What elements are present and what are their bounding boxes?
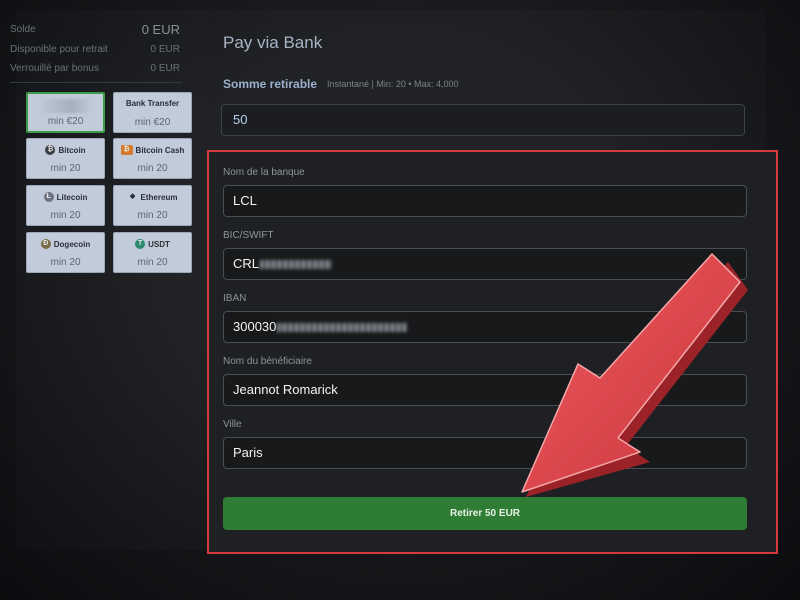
method-tile-ethereum[interactable]: ◆ Ethereum min 20 [113, 185, 192, 226]
redacted-blur [260, 260, 333, 270]
litecoin-icon: Ł [43, 192, 54, 202]
bic-input[interactable]: CRL [223, 248, 747, 280]
amount-input[interactable]: 50 [221, 104, 745, 136]
amount-label: Somme retirable [223, 77, 318, 91]
iban-label: IBAN [223, 293, 247, 304]
method-tile-dogecoin[interactable]: Ð Dogecoin min 20 [26, 232, 105, 273]
method-min: min 20 [50, 257, 81, 268]
withdrawable-row: Disponible pour retrait 0 EUR [10, 42, 180, 58]
method-min: min 20 [137, 210, 168, 221]
beneficiary-value: Jeannot Romarick [233, 382, 338, 397]
method-name: Litecoin [56, 192, 88, 202]
method-name: Dogecoin [53, 239, 91, 249]
method-min: min 20 [137, 163, 168, 174]
withdraw-button[interactable]: Retirer 50 EUR [223, 497, 747, 530]
ethereum-icon: ◆ [129, 193, 136, 200]
withdrawable-label: Disponible pour retrait [10, 44, 108, 55]
method-tile-litecoin[interactable]: Ł Litecoin min 20 [26, 185, 105, 226]
amount-limits: Instantané | Min: 20 • Max: 4,000 [327, 79, 459, 89]
balance-label: Solde [10, 24, 36, 35]
beneficiary-input[interactable]: Jeannot Romarick [223, 374, 747, 406]
method-name: USDT [148, 239, 170, 249]
method-tile-card[interactable]: min €20 [26, 92, 105, 133]
city-input[interactable]: Paris [223, 437, 747, 469]
method-tile-usdt[interactable]: T USDT min 20 [113, 232, 192, 273]
bic-value: CRL [233, 256, 260, 271]
method-min: min 20 [50, 163, 81, 174]
bonus-locked-value: 0 EUR [150, 63, 180, 74]
balance-row: Solde 0 EUR [10, 22, 180, 38]
method-min: min €20 [47, 116, 84, 127]
method-min: min 20 [50, 210, 81, 221]
method-tile-bitcoin[interactable]: ₿ Bitcoin min 20 [26, 138, 105, 179]
bank-name-input[interactable]: LCL [223, 185, 747, 217]
payment-logo-icon [38, 99, 93, 113]
balance-divider [10, 82, 182, 83]
method-name: Bitcoin Cash [135, 145, 185, 155]
method-name: Bitcoin [58, 145, 86, 155]
balance-value: 0 EUR [141, 22, 180, 37]
withdrawable-value: 0 EUR [150, 44, 180, 55]
bonus-locked-row: Verrouillé par bonus 0 EUR [10, 61, 180, 77]
iban-value: 300030 [233, 319, 277, 334]
method-tile-bank-transfer[interactable]: Bank Transfer min €20 [113, 92, 192, 133]
bank-name-label: Nom de la banque [223, 167, 305, 178]
city-label: Ville [223, 419, 242, 430]
dogecoin-icon: Ð [40, 239, 51, 249]
method-min: min 20 [137, 257, 168, 268]
method-tile-bitcoin-cash[interactable]: ₿ Bitcoin Cash min 20 [113, 138, 192, 179]
bitcoin-icon: ₿ [45, 145, 56, 155]
balance-panel [16, 10, 206, 550]
beneficiary-label: Nom du bénéficiaire [223, 356, 312, 367]
bitcoin-cash-icon: ₿ [120, 145, 133, 155]
method-name: Bank Transfer [125, 99, 180, 108]
bic-label: BIC/SWIFT [223, 230, 274, 241]
page-title: Pay via Bank [223, 33, 323, 52]
iban-input[interactable]: 300030 [223, 311, 747, 343]
method-min: min €20 [134, 117, 171, 128]
city-value: Paris [233, 445, 263, 460]
bonus-locked-label: Verrouillé par bonus [10, 63, 99, 74]
method-name: Ethereum [140, 192, 178, 202]
usdt-icon: T [135, 239, 146, 249]
bank-name-value: LCL [233, 193, 257, 208]
redacted-blur [277, 323, 408, 333]
